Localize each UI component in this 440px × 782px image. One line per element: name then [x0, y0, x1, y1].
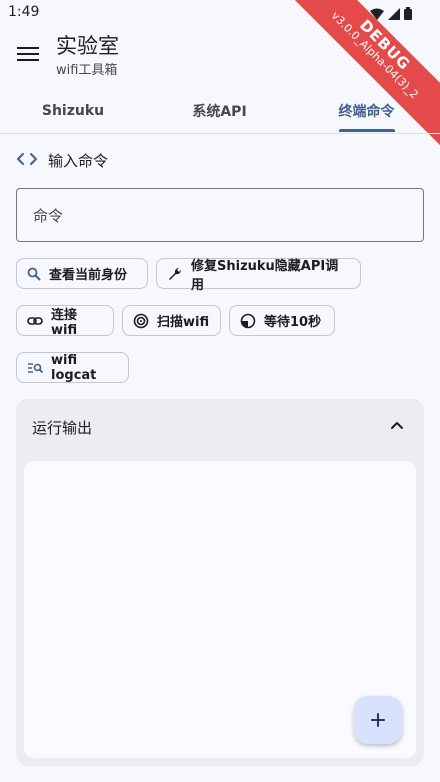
section-header: 输入命令 — [16, 150, 108, 171]
chip-wifi-logcat[interactable]: wifi logcat — [16, 352, 129, 383]
tab-indicator — [339, 129, 395, 132]
code-icon — [16, 151, 38, 171]
chip-label: 扫描wifi — [157, 315, 210, 330]
chip-label: 连接wifi — [51, 307, 78, 338]
radar-icon — [133, 313, 149, 328]
tab-system-api[interactable]: 系统API — [146, 88, 293, 133]
app-bar: 实验室 wifi工具箱 — [0, 24, 440, 88]
chip-label: 等待10秒 — [264, 315, 322, 330]
section-title: 输入命令 — [48, 152, 109, 170]
tab-terminal-command[interactable]: 终端命令 — [293, 88, 440, 133]
search-icon — [27, 267, 41, 280]
app-subtitle: wifi工具箱 — [56, 63, 118, 78]
add-fab-button[interactable] — [354, 696, 402, 744]
battery-icon — [404, 5, 412, 24]
status-time: 1:49 — [8, 4, 40, 20]
chip-connect-wifi[interactable]: 连接wifi — [16, 305, 114, 338]
chip-label: wifi logcat — [51, 352, 97, 383]
command-input[interactable]: 命令 — [16, 188, 424, 242]
chip-check-identity[interactable]: 查看当前身份 — [16, 258, 148, 289]
timer-icon — [240, 313, 256, 328]
chip-label: 修复Shizuku隐藏API调用 — [191, 258, 339, 293]
tab-bar: Shizuku 系统API 终端命令 — [0, 88, 440, 134]
chip-fix-shizuku[interactable]: 修复Shizuku隐藏API调用 — [156, 258, 361, 293]
chip-label: 查看当前身份 — [49, 268, 128, 283]
plus-icon — [371, 713, 385, 727]
chevron-up-icon[interactable] — [388, 417, 406, 435]
chip-scan-wifi[interactable]: 扫描wifi — [122, 305, 221, 336]
menu-icon[interactable] — [16, 44, 40, 68]
output-title: 运行输出 — [32, 419, 93, 437]
link-icon — [27, 316, 43, 325]
tab-shizuku[interactable]: Shizuku — [0, 88, 146, 133]
signal-icon — [388, 5, 400, 24]
app-title: 实验室 — [56, 34, 119, 58]
log-search-icon — [28, 362, 43, 373]
wrench-icon — [169, 267, 182, 280]
chip-wait-10s[interactable]: 等待10秒 — [229, 305, 335, 336]
